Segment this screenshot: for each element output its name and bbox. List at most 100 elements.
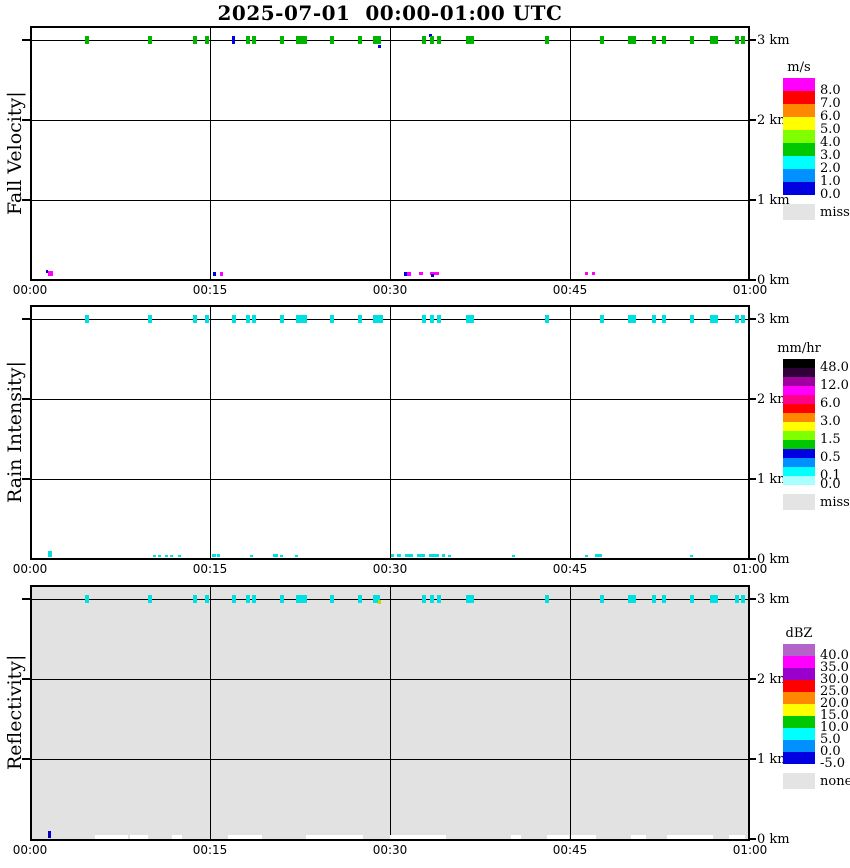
echo-mark-3km [628,315,636,323]
left-tick [22,598,30,600]
missing-swatch [783,204,815,220]
data-gap-strip [228,835,262,839]
colorbar-band: 6.0 [783,104,841,124]
colorbar-band: 40.0 [783,644,849,663]
right-tick [748,758,756,760]
time-label: 00:45 [552,843,588,857]
colorbar-band: 20.0 [783,692,849,711]
echo-mark-3km [437,595,441,603]
right-tick [748,598,756,600]
colorbar-band: 3.0 [783,143,841,163]
data-gap-strip [390,835,446,839]
echo-mark-3km [148,595,152,603]
right-tick [748,678,756,680]
echo-mark-3km [652,36,656,44]
echo-mark-surface [48,271,53,276]
echo-mark-3km [252,315,256,323]
data-gap-strip [729,835,745,839]
colorbar-band: 8.0 [783,78,841,98]
colorbar-band: 4.0 [783,130,841,150]
colorbar-band: 0.0 [783,182,841,202]
echo-mark-surface [592,272,595,275]
gridline-0045 [570,28,571,279]
echo-mark-3km [430,36,434,44]
echo-mark-3km [280,315,284,323]
right-tick [748,838,756,840]
echo-mark-3km [358,595,362,603]
colorbar-band: 15.0 [783,704,849,723]
echo-mark-surface [397,554,401,557]
colorbar-band: 6.0 [783,395,841,411]
figure-title: 2025-07-01 00:00-01:00 UTC [217,1,563,25]
echo-mark-surface [212,554,216,557]
echo-mark-3km [330,36,334,44]
echo-mark-3km [437,36,441,44]
height-label: 3 km [757,33,790,48]
colorbar-band [783,368,815,377]
panel-reflectivity: Reflectivity| 3 km 2 km 1 km 0 km 00:00 00:1… [0,585,850,859]
right-tick [748,39,756,41]
colorbar-band: 1.0 [783,169,841,189]
right-tick [748,558,756,560]
radar-profile-figure: 2025-07-01 00:00-01:00 UTC Fall Velocity… [0,0,850,868]
echo-mark-surface [690,555,693,557]
echo-mark-3km [600,36,604,44]
echo-mark-surface [448,555,451,557]
echo-mark-3km [430,595,434,603]
echo-mark-surface [419,272,423,275]
echo-mark-3km [690,36,694,44]
echo-mark-3km [710,36,718,44]
echo-mark-3km [246,315,250,323]
time-label: 00:30 [372,283,408,297]
plot-area-fall-velocity [30,26,750,281]
missing-label: miss [820,205,850,220]
echo-mark-3km [545,36,549,44]
echo-mark-3km [690,595,694,603]
echo-mark-3km [741,315,745,323]
echo-mark-3km [303,315,307,323]
time-label: 00:45 [552,283,588,297]
colorbar-band [783,422,815,431]
colorbar-title: dBZ [785,626,813,641]
colorbar: 48.0 12.0 6.0 3.0 1.5 0.5 0.1 0.0 [783,359,849,492]
panel-rain-intensity: Rain Intensity| 3 km 2 km 1 km 0 km 00:00 00… [0,305,850,579]
echo-mark-3km [205,36,209,44]
missing-label: miss [820,495,850,510]
colorbar-tick-label: 48.0 [820,360,849,375]
echo-mark-surface [48,831,51,838]
gridline-0030 [390,28,391,279]
right-tick [748,199,756,201]
echo-mark-surface [407,272,411,276]
colorbar-band: 0.0 [783,476,841,492]
data-gap-strip [172,835,182,839]
time-label: 00:30 [372,562,408,576]
echo-mark-3km [232,595,236,603]
right-tick [748,318,756,320]
colorbar-band: 3.0 [783,413,841,429]
echo-mark-3km [652,595,656,603]
echo-mark-3km [470,36,474,44]
echo-mark-3km [252,595,256,603]
right-tick [748,478,756,480]
left-tick [22,318,30,320]
echo-mark-surface [48,551,52,557]
time-label: 00:30 [372,843,408,857]
echo-mark-3km [652,315,656,323]
time-label: 01:00 [732,283,768,297]
echo-mark-3km [205,595,209,603]
colorbar-band: 35.0 [783,656,849,675]
echo-mark-surface [178,555,181,557]
colorbar-missing-entry: miss [783,204,850,220]
left-tick [22,398,30,400]
y-axis-title-rain-intensity: Rain Intensity| [4,361,26,504]
data-gap-strip [547,835,569,839]
time-label: 00:00 [12,843,48,857]
echo-mark-surface [220,272,223,276]
colorbar-title: m/s [787,60,811,75]
echo-mark-3km [422,36,426,44]
echo-mark-surface [153,555,156,557]
echo-mark-3km [232,315,236,323]
echo-mark-3km [710,595,718,603]
echo-mark-surface [250,555,253,557]
echo-mark-surface [280,555,283,557]
